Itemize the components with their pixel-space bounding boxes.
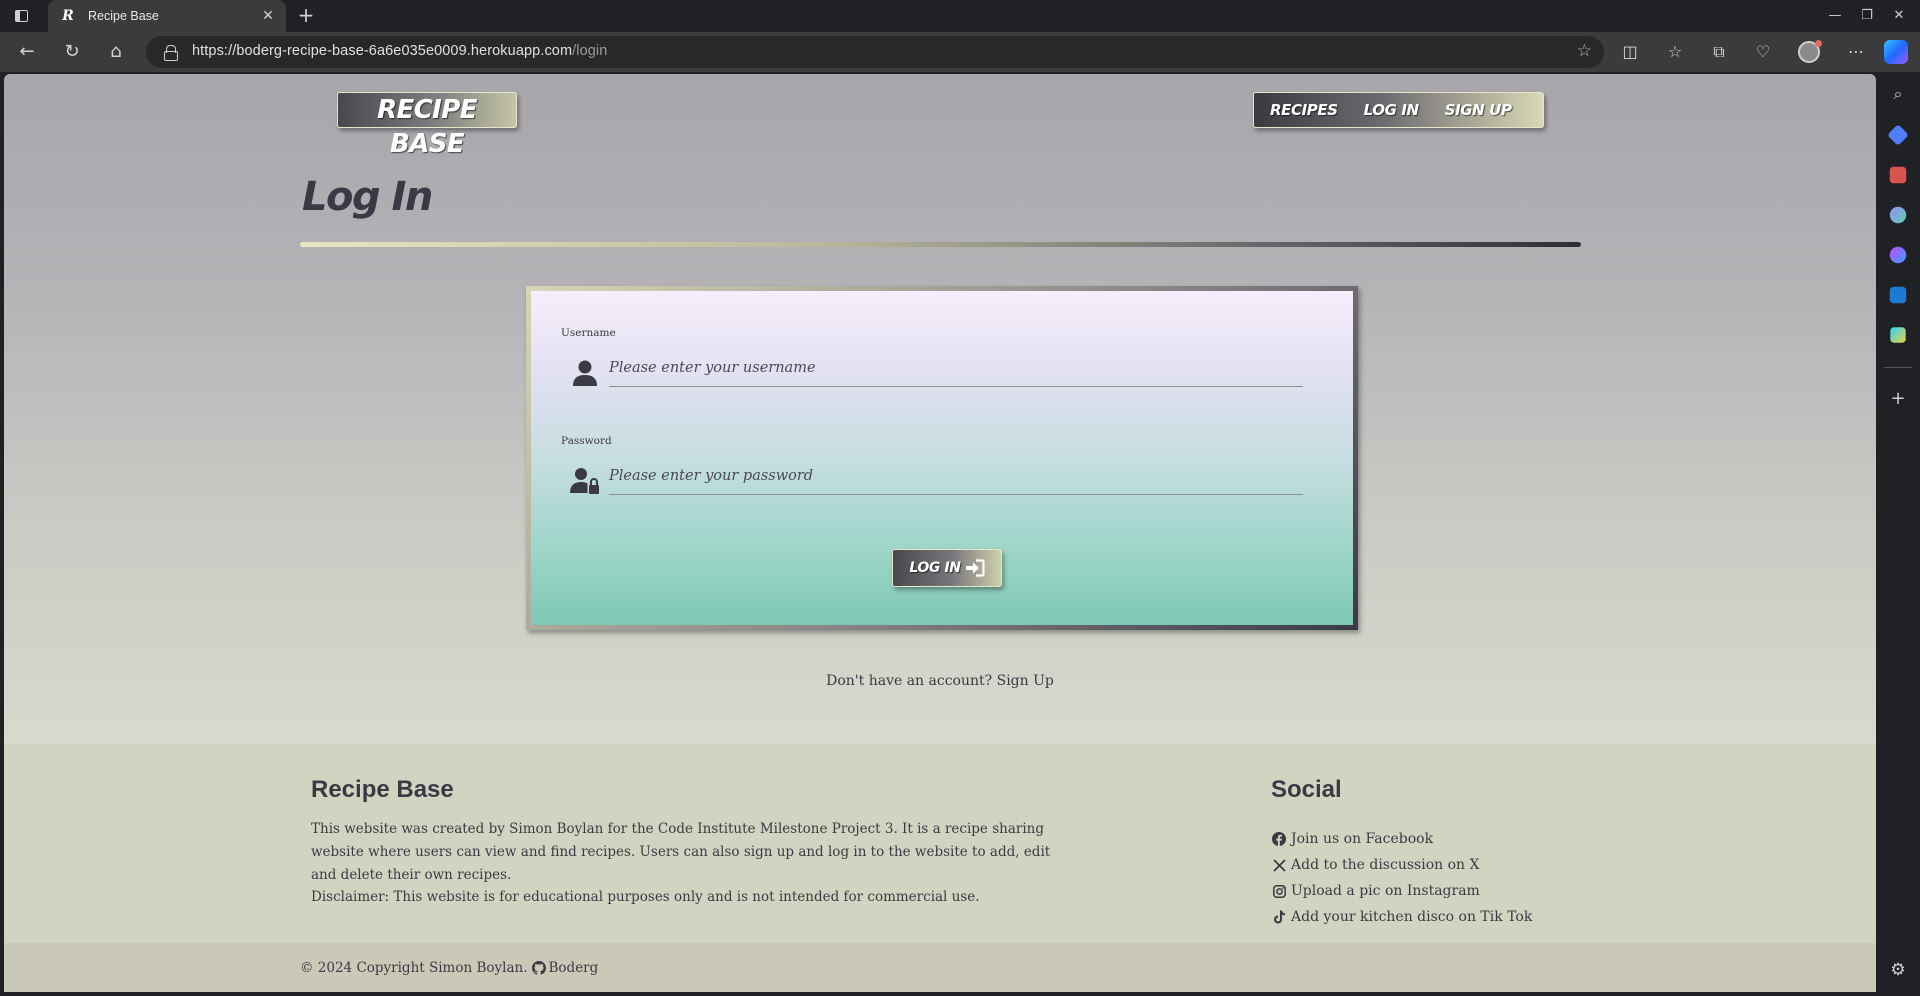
games-icon[interactable] (1889, 206, 1907, 224)
search-icon[interactable]: ⌕ (1887, 84, 1909, 106)
close-window-icon[interactable]: ✕ (1884, 4, 1914, 28)
footer-disclaimer: Disclaimer: This website is for educatio… (311, 889, 980, 905)
address-bar[interactable]: https://boderg-recipe-base-6a6e035e0009.… (146, 36, 1604, 68)
password-label: Password (561, 435, 612, 447)
outlook-icon[interactable] (1889, 286, 1907, 304)
x-icon (1271, 857, 1287, 873)
instagram-icon (1271, 883, 1287, 899)
username-input[interactable] (609, 349, 1303, 387)
sign-in-icon (965, 559, 985, 577)
url-text: https://boderg-recipe-base-6a6e035e0009.… (192, 43, 608, 59)
lock-icon (164, 45, 178, 61)
microsoft-365-icon[interactable] (1889, 246, 1907, 264)
social-links: Join us on Facebook Add to the discussio… (1271, 826, 1532, 930)
facebook-link-label: Join us on Facebook (1291, 831, 1434, 847)
signup-prompt: Don't have an account? Sign Up (4, 673, 1876, 689)
browser-tab[interactable]: R Recipe Base ✕ (48, 0, 286, 32)
github-link[interactable]: Boderg (531, 960, 599, 976)
username-label: Username (561, 327, 616, 339)
footer-about-text: This website was created by Simon Boylan… (311, 821, 1051, 883)
password-input[interactable] (609, 457, 1303, 495)
profile-avatar[interactable] (1798, 40, 1822, 63)
user-icon (573, 360, 597, 386)
web-page: RECIPE BASE RECIPES LOG IN SIGN UP Log I… (4, 74, 1876, 992)
tools-icon[interactable] (1889, 166, 1907, 184)
drop-icon[interactable] (1890, 327, 1906, 343)
tab-actions-icon[interactable] (10, 5, 32, 27)
log-in-button[interactable]: LOG IN (892, 549, 1002, 587)
add-sidebar-app-icon[interactable]: + (1887, 388, 1909, 409)
log-in-button-label: LOG IN (909, 560, 961, 576)
copyright: © 2024 Copyright Simon Boylan. Boderg (300, 960, 598, 976)
tab-title: Recipe Base (88, 9, 159, 23)
facebook-icon (1271, 831, 1287, 847)
favorites-icon[interactable]: ☆ (1663, 40, 1687, 64)
facebook-link[interactable]: Join us on Facebook (1271, 826, 1532, 852)
login-form: Username Password LOG IN (526, 286, 1358, 630)
tiktok-link-label: Add your kitchen disco on Tik Tok (1291, 909, 1533, 925)
nav-sign-up[interactable]: SIGN UP (1445, 101, 1512, 119)
back-icon[interactable]: ← (15, 40, 39, 64)
footer-social-heading: Social (1271, 776, 1342, 803)
title-divider (300, 242, 1581, 247)
footer-about-heading: Recipe Base (311, 776, 454, 803)
instagram-link[interactable]: Upload a pic on Instagram (1271, 878, 1532, 904)
x-link-label: Add to the discussion on X (1291, 857, 1480, 873)
close-tab-icon[interactable]: ✕ (256, 8, 280, 24)
new-tab-icon[interactable]: + (294, 4, 318, 28)
refresh-icon[interactable]: ↻ (60, 40, 84, 64)
nav-recipes[interactable]: RECIPES (1270, 101, 1338, 119)
signup-link[interactable]: Sign Up (997, 673, 1054, 689)
signup-prompt-text: Don't have an account? (826, 673, 993, 689)
favorite-star-icon[interactable]: ☆ (1577, 41, 1592, 61)
split-screen-icon[interactable]: ◫ (1618, 40, 1642, 64)
nav-log-in[interactable]: LOG IN (1364, 101, 1419, 119)
sidebar-divider (1884, 367, 1912, 368)
collections-icon[interactable]: ⧉ (1707, 40, 1731, 64)
x-link[interactable]: Add to the discussion on X (1271, 852, 1532, 878)
site-footer: Recipe Base This website was created by … (4, 744, 1876, 943)
page-title: Log In (302, 174, 433, 220)
tab-favicon: R (62, 8, 74, 24)
home-icon[interactable]: ⌂ (104, 40, 128, 64)
sidebar-settings-icon[interactable]: ⚙ (1887, 960, 1909, 980)
browser-toolbar: ← ↻ ⌂ https://boderg-recipe-base-6a6e035… (0, 32, 1920, 72)
user-lock-icon (570, 468, 599, 494)
tiktok-link[interactable]: Add your kitchen disco on Tik Tok (1271, 904, 1532, 930)
github-link-label: Boderg (548, 960, 599, 976)
instagram-link-label: Upload a pic on Instagram (1291, 883, 1480, 899)
main-nav: RECIPES LOG IN SIGN UP (1253, 92, 1544, 128)
tiktok-icon (1271, 909, 1287, 925)
browser-tab-bar: R Recipe Base ✕ + — ❐ ✕ (0, 0, 1920, 32)
restore-icon[interactable]: ❐ (1852, 4, 1882, 28)
minimize-icon[interactable]: — (1820, 4, 1850, 28)
copyright-text: © 2024 Copyright Simon Boylan. (300, 960, 528, 976)
more-menu-icon[interactable]: ⋯ (1844, 40, 1868, 64)
github-icon (531, 961, 546, 975)
browser-essentials-icon[interactable]: ♡ (1751, 40, 1775, 64)
copyright-bar: © 2024 Copyright Simon Boylan. Boderg (4, 943, 1876, 992)
site-logo[interactable]: RECIPE BASE (337, 92, 517, 159)
copilot-icon[interactable] (1884, 40, 1908, 64)
